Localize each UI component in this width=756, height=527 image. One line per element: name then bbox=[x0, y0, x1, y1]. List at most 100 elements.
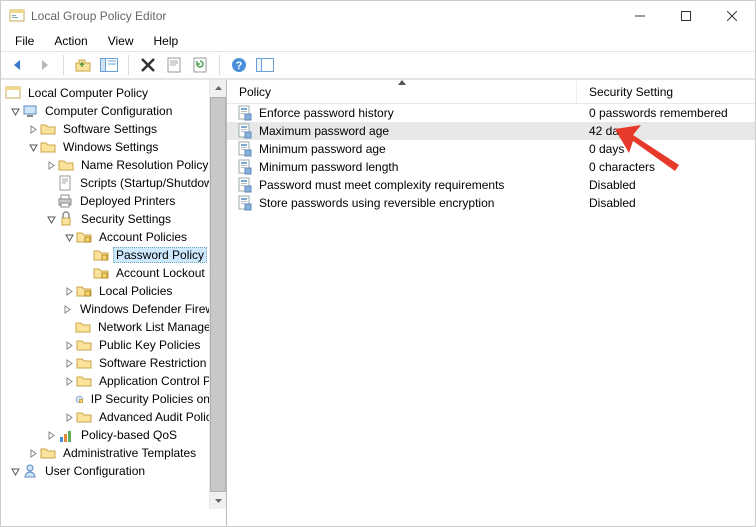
column-header-policy[interactable]: Policy bbox=[227, 81, 577, 103]
list-row[interactable]: Password must meet complexity requiremen… bbox=[227, 176, 755, 194]
chevron-right-icon[interactable] bbox=[63, 375, 75, 387]
folder-lock-icon bbox=[93, 247, 109, 263]
tree-label: Security Settings bbox=[78, 211, 174, 227]
tree-deployed-printers[interactable]: Deployed Printers bbox=[1, 192, 226, 210]
tree-advanced-audit[interactable]: Advanced Audit Policy Configuration bbox=[1, 408, 226, 426]
folder-icon bbox=[40, 445, 56, 461]
policy-root-icon bbox=[5, 85, 21, 101]
tree-public-key[interactable]: Public Key Policies bbox=[1, 336, 226, 354]
tree-ip-security[interactable]: IP Security Policies on Local Computer bbox=[1, 390, 226, 408]
tree-security-settings[interactable]: Security Settings bbox=[1, 210, 226, 228]
tree-root[interactable]: Local Computer Policy bbox=[1, 84, 226, 102]
chevron-right-icon[interactable] bbox=[63, 285, 75, 297]
list-row[interactable]: Maximum password age42 days bbox=[227, 122, 755, 140]
app-icon bbox=[9, 8, 25, 24]
menu-action[interactable]: Action bbox=[44, 32, 97, 50]
tree-label: Computer Configuration bbox=[42, 103, 175, 119]
printer-icon bbox=[57, 193, 73, 209]
tree-name-resolution[interactable]: Name Resolution Policy bbox=[1, 156, 226, 174]
chevron-right-icon[interactable] bbox=[63, 411, 75, 423]
tree-label: Account Policies bbox=[96, 229, 190, 245]
tree-label: Policy-based QoS bbox=[78, 427, 180, 443]
tree-label: Public Key Policies bbox=[96, 337, 203, 353]
tree-vertical-scrollbar[interactable] bbox=[209, 80, 226, 509]
tree-password-policy[interactable]: Password Policy bbox=[1, 246, 226, 264]
properties-button[interactable] bbox=[163, 54, 185, 76]
policy-item-icon bbox=[237, 177, 253, 193]
chevron-right-icon[interactable] bbox=[63, 339, 75, 351]
up-level-button[interactable] bbox=[72, 54, 94, 76]
chevron-right-icon[interactable] bbox=[27, 123, 39, 135]
list-row[interactable]: Minimum password length0 characters bbox=[227, 158, 755, 176]
chevron-down-icon[interactable] bbox=[9, 105, 21, 117]
computer-icon bbox=[22, 103, 38, 119]
tree-policy-qos[interactable]: Policy-based QoS bbox=[1, 426, 226, 444]
tree-label: Advanced Audit Policy Configuration bbox=[96, 409, 226, 425]
policy-name: Store passwords using reversible encrypt… bbox=[259, 196, 494, 210]
chevron-down-icon[interactable] bbox=[9, 465, 21, 477]
menu-help[interactable]: Help bbox=[144, 32, 189, 50]
tree-windows-defender[interactable]: Windows Defender Firewall with Advanced … bbox=[1, 300, 226, 318]
folder-icon bbox=[40, 121, 56, 137]
chevron-right-icon[interactable] bbox=[45, 429, 57, 441]
policy-name: Password must meet complexity requiremen… bbox=[259, 178, 504, 192]
forward-button[interactable] bbox=[33, 54, 55, 76]
column-header-setting[interactable]: Security Setting bbox=[577, 81, 755, 103]
tree-admin-templates[interactable]: Administrative Templates bbox=[1, 444, 226, 462]
menu-file[interactable]: File bbox=[5, 32, 44, 50]
cell-setting: 0 characters bbox=[577, 160, 755, 174]
minimize-button[interactable] bbox=[617, 1, 663, 31]
policy-name: Minimum password age bbox=[259, 142, 386, 156]
menu-view[interactable]: View bbox=[98, 32, 144, 50]
tree-user-config[interactable]: User Configuration bbox=[1, 462, 226, 480]
chevron-down-icon[interactable] bbox=[27, 141, 39, 153]
show-hide-tree-button[interactable] bbox=[98, 54, 120, 76]
refresh-button[interactable] bbox=[189, 54, 211, 76]
folder-lock-icon bbox=[76, 229, 92, 245]
tree-network-list[interactable]: Network List Manager Policies bbox=[1, 318, 226, 336]
tree-account-lockout[interactable]: Account Lockout Policy bbox=[1, 264, 226, 282]
export-list-button[interactable] bbox=[254, 54, 276, 76]
tree-account-policies[interactable]: Account Policies bbox=[1, 228, 226, 246]
tree-local-policies[interactable]: Local Policies bbox=[1, 282, 226, 300]
list-row[interactable]: Enforce password history0 passwords reme… bbox=[227, 104, 755, 122]
help-button[interactable]: ? bbox=[228, 54, 250, 76]
security-icon bbox=[58, 211, 74, 227]
column-label: Security Setting bbox=[589, 85, 673, 99]
folder-icon bbox=[58, 157, 74, 173]
tree-computer-config[interactable]: Computer Configuration bbox=[1, 102, 226, 120]
chevron-right-icon[interactable] bbox=[45, 159, 57, 171]
sort-ascending-icon bbox=[398, 80, 406, 85]
folder-icon bbox=[76, 409, 92, 425]
chevron-right-icon[interactable] bbox=[27, 447, 39, 459]
chevron-right-icon[interactable] bbox=[63, 303, 72, 315]
back-button[interactable] bbox=[7, 54, 29, 76]
list-row[interactable]: Minimum password age0 days bbox=[227, 140, 755, 158]
chevron-down-icon[interactable] bbox=[45, 213, 57, 225]
folder-lock-icon bbox=[93, 265, 109, 281]
cell-policy: Maximum password age bbox=[227, 123, 577, 139]
tree-label: Local Policies bbox=[96, 283, 175, 299]
tree-scroll[interactable]: Local Computer Policy Computer Configura… bbox=[1, 80, 226, 526]
close-button[interactable] bbox=[709, 1, 755, 31]
tree-software-restriction[interactable]: Software Restriction Policies bbox=[1, 354, 226, 372]
tree-windows-settings[interactable]: Windows Settings bbox=[1, 138, 226, 156]
folder-lock-icon bbox=[76, 283, 92, 299]
cell-policy: Minimum password length bbox=[227, 159, 577, 175]
cell-policy: Minimum password age bbox=[227, 141, 577, 157]
list-row[interactable]: Store passwords using reversible encrypt… bbox=[227, 194, 755, 212]
tree-scripts[interactable]: Scripts (Startup/Shutdown) bbox=[1, 174, 226, 192]
tree-label: Network List Manager Policies bbox=[95, 319, 226, 335]
tree-label: Administrative Templates bbox=[60, 445, 199, 461]
tree-label: Windows Settings bbox=[60, 139, 161, 155]
maximize-button[interactable] bbox=[663, 1, 709, 31]
script-icon bbox=[57, 175, 73, 191]
title-bar: Local Group Policy Editor bbox=[1, 1, 755, 31]
chevron-down-icon[interactable] bbox=[63, 231, 75, 243]
folder-icon bbox=[76, 337, 92, 353]
qos-icon bbox=[58, 427, 74, 443]
delete-button[interactable] bbox=[137, 54, 159, 76]
tree-software-settings[interactable]: Software Settings bbox=[1, 120, 226, 138]
tree-application-control[interactable]: Application Control Policies bbox=[1, 372, 226, 390]
chevron-right-icon[interactable] bbox=[63, 357, 75, 369]
